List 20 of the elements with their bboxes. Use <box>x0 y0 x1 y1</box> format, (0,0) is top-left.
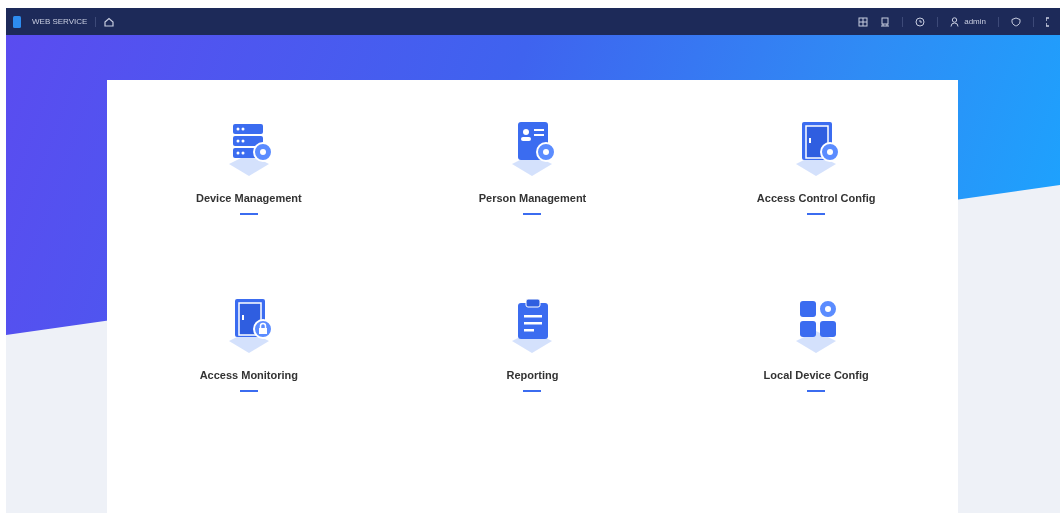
menu-tile[interactable]: Access Control Config <box>674 116 958 293</box>
shield-button[interactable] <box>1011 16 1021 27</box>
menu-tile[interactable]: Person Management <box>390 116 675 293</box>
menu-tile[interactable]: Reporting <box>390 293 675 470</box>
user-icon <box>950 16 960 27</box>
clock-button[interactable] <box>915 16 926 27</box>
home-button[interactable] <box>104 16 115 27</box>
logo-icon <box>12 14 22 29</box>
user-menu[interactable]: admin <box>950 15 986 28</box>
clock-icon <box>915 16 926 27</box>
device-button[interactable] <box>880 16 891 27</box>
menu-tile[interactable]: Access Monitoring <box>107 293 391 470</box>
grid-button[interactable] <box>858 16 869 27</box>
app-title: WEB SERVICE <box>32 15 88 28</box>
grid-icon <box>858 16 869 27</box>
home-icon <box>104 16 115 27</box>
device-icon <box>880 16 891 27</box>
menu-tile[interactable]: Local Device Config <box>674 293 958 470</box>
shield-icon <box>1011 16 1021 27</box>
menu-tile[interactable]: Device Management <box>107 116 391 293</box>
